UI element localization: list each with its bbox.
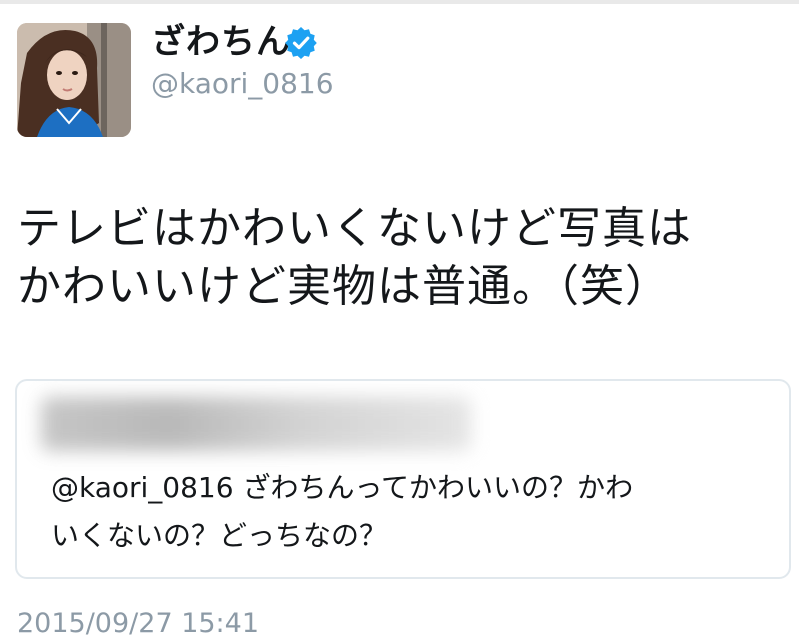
tweet-text: テレビはかわいくないけど写真は かわいいけど実物は普通。（笑） xyxy=(17,203,692,312)
avatar-photo xyxy=(17,23,131,137)
quoted-tweet-text: @kaori_0816 ざわちんってかわいいの？かわ いくないの？どっちなの？ xyxy=(51,471,634,552)
tweet-timestamp[interactable]: 2015/09/27 15:41 xyxy=(17,604,259,644)
quoted-tweet-card[interactable]: @kaori_0816 ざわちんってかわいいの？かわ いくないの？どっちなの？ xyxy=(15,379,791,579)
quoted-author-blurred xyxy=(41,397,471,451)
avatar[interactable] xyxy=(17,23,131,137)
verified-badge-icon xyxy=(285,27,317,59)
tweet-card: ざわちん @kaori_0816 テレビはかわいくないけど写真は かわいいけど実… xyxy=(0,0,799,644)
top-divider xyxy=(0,0,799,4)
user-handle[interactable]: @kaori_0816 xyxy=(151,64,334,104)
display-name[interactable]: ざわちん xyxy=(151,20,291,64)
